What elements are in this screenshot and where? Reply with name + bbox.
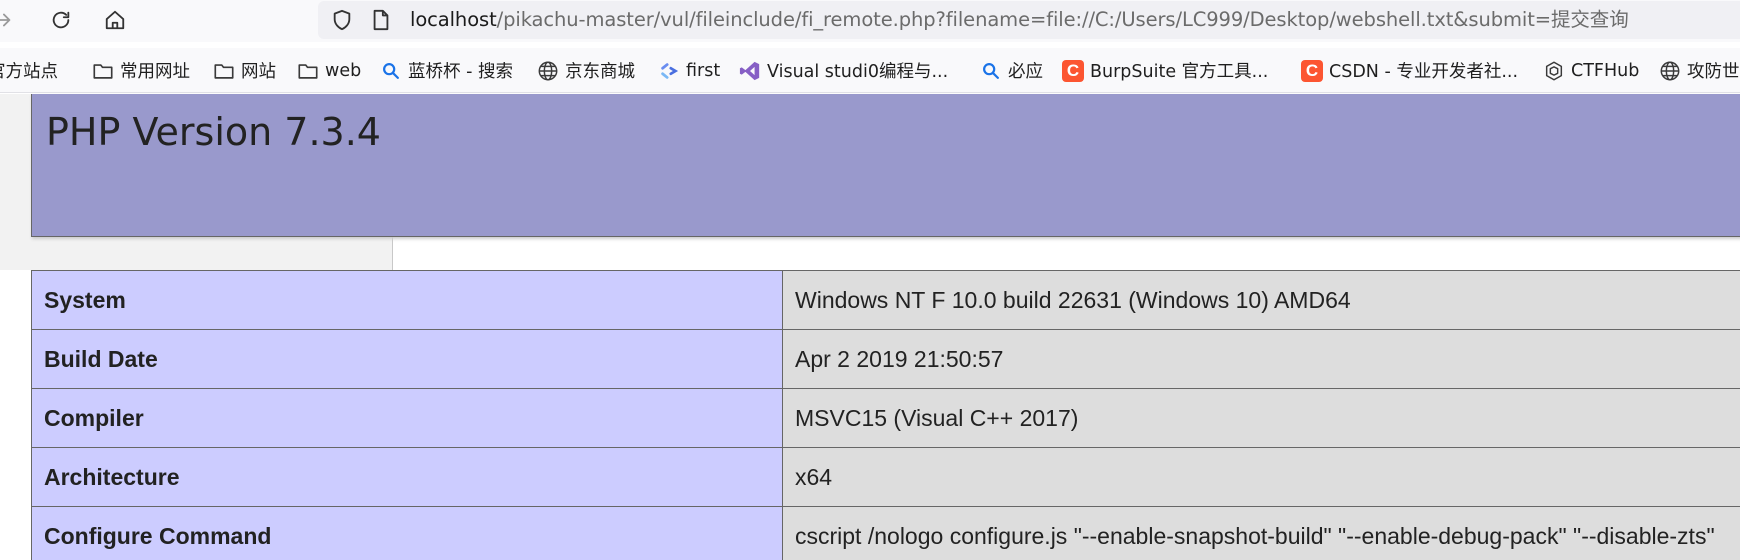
- row-label: Compiler: [31, 388, 783, 448]
- ctfhub-icon: [1543, 60, 1565, 82]
- bookmark-adworld[interactable]: 攻防世: [1659, 48, 1740, 93]
- bookmark-label: first: [686, 60, 721, 81]
- bookmark-label: 攻防世: [1687, 62, 1740, 82]
- bookmark-label: 常用网址: [120, 62, 190, 82]
- row-label: Configure Command: [31, 506, 783, 560]
- reload-button[interactable]: [46, 5, 76, 35]
- bookmark-bing[interactable]: 必应: [980, 48, 1043, 93]
- php-header: PHP Version 7.3.4: [31, 94, 1740, 237]
- table-row: System Windows NT F 10.0 build 22631 (Wi…: [31, 270, 1740, 330]
- bookmark-folder-web[interactable]: web: [297, 48, 361, 93]
- row-value: Windows NT F 10.0 build 22631 (Windows 1…: [782, 270, 1740, 330]
- table-row: Build Date Apr 2 2019 21:50:57: [31, 329, 1740, 389]
- search-icon: [380, 60, 402, 82]
- address-bar[interactable]: localhost/pikachu-master/vul/fileinclude…: [318, 1, 1740, 39]
- page-title: PHP Version 7.3.4: [46, 110, 381, 154]
- arrow-right-icon: [0, 13, 11, 27]
- bookmark-label: 官方站点: [0, 62, 58, 82]
- bookmark-label: 必应: [1008, 62, 1043, 82]
- visual-studio-icon: [739, 60, 761, 82]
- row-label: System: [31, 270, 783, 330]
- bookmark-label: BurpSuite 官方工具...: [1090, 62, 1269, 82]
- bookmark-first[interactable]: first: [658, 48, 720, 93]
- folder-icon: [297, 60, 319, 82]
- url-path: /pikachu-master/vul/fileinclude/fi_remot…: [496, 8, 1629, 31]
- bookmark-jd[interactable]: 京东商城: [537, 48, 635, 93]
- row-value: x64: [782, 447, 1740, 507]
- bookmark-label: Visual studi0编程与...: [767, 62, 949, 82]
- phpinfo-table: System Windows NT F 10.0 build 22631 (Wi…: [31, 270, 1740, 560]
- bookmark-burpsuite[interactable]: C BurpSuite 官方工具...: [1062, 48, 1268, 93]
- bookmark-label: 蓝桥杯 - 搜索: [408, 62, 513, 82]
- row-label: Architecture: [31, 447, 783, 507]
- page-content: PHP Version 7.3.4 System Windows NT F 10…: [0, 94, 1740, 560]
- shield-icon[interactable]: [331, 9, 353, 31]
- bookmark-folder-common[interactable]: 常用网址: [92, 48, 190, 93]
- forward-button[interactable]: [0, 5, 18, 35]
- bookmark-lanqiao-search[interactable]: 蓝桥杯 - 搜索: [380, 48, 513, 93]
- url-text[interactable]: localhost/pikachu-master/vul/fileinclude…: [410, 8, 1629, 32]
- table-row: Compiler MSVC15 (Visual C++ 2017): [31, 388, 1740, 448]
- row-value: MSVC15 (Visual C++ 2017): [782, 388, 1740, 448]
- table-row: Configure Command cscript /nologo config…: [31, 506, 1740, 560]
- csdn-icon: C: [1062, 59, 1084, 82]
- bookmark-ctfhub[interactable]: CTFHub: [1543, 48, 1639, 93]
- bookmark-visual-studio[interactable]: Visual studi0编程与...: [739, 48, 948, 93]
- bookmark-label: web: [325, 60, 362, 81]
- row-value: Apr 2 2019 21:50:57: [782, 329, 1740, 389]
- home-button[interactable]: [100, 5, 130, 35]
- bookmark-folder-official[interactable]: 官方站点: [0, 48, 58, 93]
- row-value: cscript /nologo configure.js "--enable-s…: [782, 506, 1740, 560]
- bookmark-label: CTFHub: [1571, 60, 1640, 81]
- page-icon[interactable]: [370, 9, 392, 31]
- browser-toolbar: localhost/pikachu-master/vul/fileinclude…: [0, 0, 1740, 42]
- globe-icon: [1659, 60, 1681, 82]
- reload-icon: [52, 11, 70, 29]
- table-row: Architecture x64: [31, 447, 1740, 507]
- bookmark-label: 网站: [241, 62, 276, 82]
- bookmark-folder-sites[interactable]: 网站: [213, 48, 276, 93]
- url-host: localhost: [410, 8, 497, 31]
- search-icon: [980, 60, 1002, 82]
- folder-icon: [92, 60, 114, 82]
- folder-icon: [213, 60, 235, 82]
- row-label: Build Date: [31, 329, 783, 389]
- csdn-icon: C: [1301, 59, 1323, 82]
- globe-icon: [537, 60, 559, 82]
- bookmark-label: 京东商城: [565, 62, 635, 82]
- bookmarks-bar: 官方站点 常用网址 网站 web 蓝桥杯 - 搜索 京东商城 first Vis…: [0, 48, 1740, 93]
- bookmark-label: CSDN - 专业开发者社...: [1329, 62, 1519, 82]
- link-icon: [658, 60, 680, 82]
- home-icon: [105, 10, 125, 30]
- bookmark-csdn[interactable]: C CSDN - 专业开发者社...: [1301, 48, 1518, 93]
